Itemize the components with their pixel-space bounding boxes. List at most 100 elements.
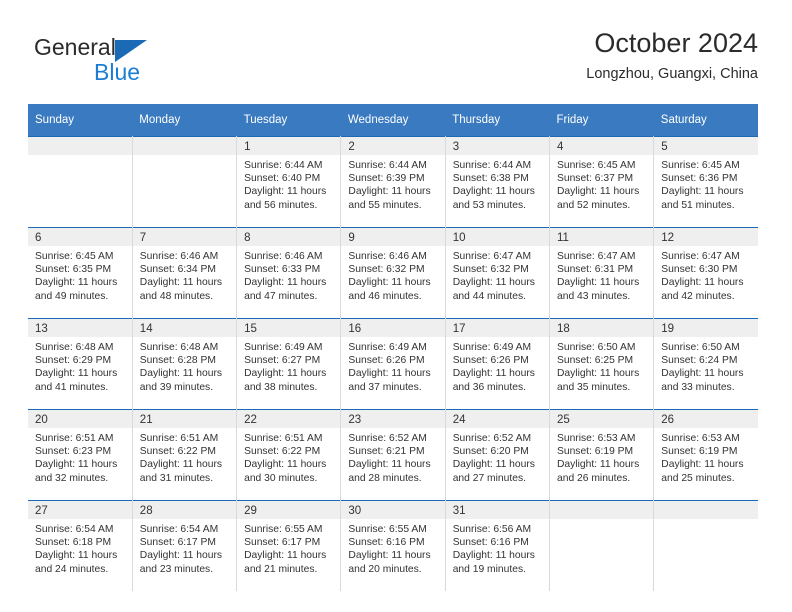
day-number: 8 — [237, 228, 341, 246]
sunset-text: Sunset: 6:32 PM — [348, 264, 425, 276]
sunrise-text: Sunrise: 6:52 AM — [348, 433, 427, 444]
daylight-text-line1: Daylight: 11 hours — [139, 277, 223, 289]
daylight-text-line2: and 48 minutes. — [139, 290, 214, 302]
day-details: Sunrise: 6:49 AM Sunset: 6:27 PM Daylight:… — [237, 337, 340, 394]
sunrise-text: Sunrise: 6:54 AM — [35, 524, 114, 535]
daylight-text-line1: Daylight: 11 hours — [661, 277, 744, 289]
sunset-text: Sunset: 6:18 PM — [35, 537, 112, 549]
day-number: 15 — [237, 319, 341, 337]
sunset-text: Sunset: 6:27 PM — [244, 355, 321, 367]
daylight-text-line2: and 20 minutes. — [348, 563, 422, 575]
day-number: 31 — [445, 501, 549, 519]
calendar-day-cell[interactable]: 1 Sunrise: 6:44 AM Sunset: 6:40 PM Daylight… — [236, 136, 342, 228]
calendar-day-cell[interactable]: 19 Sunrise: 6:50 AM Sunset: 6:24 PM Dayligh… — [653, 318, 758, 410]
calendar-day-cell[interactable]: 16 Sunrise: 6:49 AM Sunset: 6:26 PM Dayligh… — [340, 318, 446, 410]
calendar-day-cell[interactable]: 5 Sunrise: 6:45 AM Sunset: 6:36 PM Daylight… — [653, 136, 758, 228]
sunset-text: Sunset: 6:40 PM — [244, 173, 321, 185]
calendar-week-row: 20 Sunrise: 6:51 AM Sunset: 6:23 PM Dayligh… — [28, 409, 758, 501]
day-details: Sunrise: 6:44 AM Sunset: 6:39 PM Daylight:… — [341, 155, 444, 212]
daylight-text-line2: and 27 minutes. — [452, 472, 526, 484]
calendar-cell-empty — [653, 500, 758, 591]
day-details: Sunrise: 6:49 AM Sunset: 6:26 PM Daylight:… — [446, 337, 549, 394]
calendar-day-cell[interactable]: 11 Sunrise: 6:47 AM Sunset: 6:31 PM Dayligh… — [549, 227, 655, 319]
calendar-day-cell[interactable]: 15 Sunrise: 6:49 AM Sunset: 6:27 PM Dayligh… — [236, 318, 342, 410]
calendar-day-cell[interactable]: 20 Sunrise: 6:51 AM Sunset: 6:23 PM Dayligh… — [28, 409, 133, 501]
calendar-table: Sunday Monday Tuesday Wednesday Thursday… — [28, 104, 758, 591]
daylight-text-line2: and 42 minutes. — [661, 290, 735, 302]
calendar-day-cell[interactable]: 26 Sunrise: 6:53 AM Sunset: 6:19 PM Dayligh… — [653, 409, 758, 501]
calendar-day-cell[interactable]: 9 Sunrise: 6:46 AM Sunset: 6:32 PM Daylight… — [340, 227, 446, 319]
calendar-day-cell[interactable]: 30 Sunrise: 6:55 AM Sunset: 6:16 PM Dayligh… — [340, 500, 446, 591]
calendar-cell-empty — [28, 136, 133, 228]
calendar-day-cell[interactable]: 25 Sunrise: 6:53 AM Sunset: 6:19 PM Dayligh… — [549, 409, 655, 501]
day-number — [654, 501, 758, 519]
sunset-text: Sunset: 6:33 PM — [244, 264, 321, 276]
day-number: 26 — [654, 410, 758, 428]
sunrise-text: Sunrise: 6:51 AM — [35, 433, 114, 444]
day-number: 16 — [341, 319, 445, 337]
sunrise-text: Sunrise: 6:45 AM — [661, 160, 740, 171]
daylight-text-line1: Daylight: 11 hours — [452, 277, 535, 289]
daylight-text-line2: and 38 minutes. — [244, 381, 318, 393]
calendar-day-cell[interactable]: 4 Sunrise: 6:45 AM Sunset: 6:37 PM Daylight… — [549, 136, 655, 228]
calendar-day-cell[interactable]: 22 Sunrise: 6:51 AM Sunset: 6:22 PM Dayligh… — [236, 409, 342, 501]
sunrise-text: Sunrise: 6:54 AM — [139, 524, 219, 535]
day-number: 5 — [654, 137, 758, 155]
calendar-day-cell[interactable]: 21 Sunrise: 6:51 AM Sunset: 6:22 PM Dayligh… — [132, 409, 238, 501]
calendar-day-cell[interactable]: 8 Sunrise: 6:46 AM Sunset: 6:33 PM Daylight… — [236, 227, 342, 319]
day-number: 12 — [654, 228, 758, 246]
calendar-day-cell[interactable]: 29 Sunrise: 6:55 AM Sunset: 6:17 PM Dayligh… — [236, 500, 342, 591]
calendar-day-cell[interactable]: 17 Sunrise: 6:49 AM Sunset: 6:26 PM Dayligh… — [445, 318, 550, 410]
sunrise-text: Sunrise: 6:45 AM — [35, 251, 114, 262]
sunset-text: Sunset: 6:16 PM — [452, 537, 529, 549]
daylight-text-line2: and 19 minutes. — [452, 563, 526, 575]
day-details: Sunrise: 6:48 AM Sunset: 6:29 PM Daylight:… — [28, 337, 132, 394]
day-number: 14 — [132, 319, 237, 337]
sunrise-text: Sunrise: 6:49 AM — [348, 342, 427, 353]
sunset-text: Sunset: 6:25 PM — [556, 355, 634, 367]
day-details: Sunrise: 6:44 AM Sunset: 6:38 PM Daylight:… — [446, 155, 549, 212]
weekday-header-tuesday: Tuesday — [236, 104, 341, 137]
daylight-text-line1: Daylight: 11 hours — [452, 368, 535, 380]
calendar-day-cell[interactable]: 14 Sunrise: 6:48 AM Sunset: 6:28 PM Dayligh… — [132, 318, 238, 410]
calendar-day-cell[interactable]: 6 Sunrise: 6:45 AM Sunset: 6:35 PM Daylight… — [28, 227, 133, 319]
daylight-text-line2: and 30 minutes. — [244, 472, 318, 484]
day-details: Sunrise: 6:54 AM Sunset: 6:18 PM Daylight:… — [28, 519, 132, 576]
sunset-text: Sunset: 6:24 PM — [661, 355, 738, 367]
sunrise-text: Sunrise: 6:53 AM — [661, 433, 740, 444]
daylight-text-line2: and 52 minutes. — [556, 199, 631, 211]
calendar-day-cell[interactable]: 13 Sunrise: 6:48 AM Sunset: 6:29 PM Dayligh… — [28, 318, 133, 410]
sunset-text: Sunset: 6:21 PM — [348, 446, 425, 458]
calendar-day-cell[interactable]: 28 Sunrise: 6:54 AM Sunset: 6:17 PM Dayligh… — [132, 500, 238, 591]
calendar-day-cell[interactable]: 2 Sunrise: 6:44 AM Sunset: 6:39 PM Daylight… — [340, 136, 446, 228]
sunset-text: Sunset: 6:39 PM — [348, 173, 425, 185]
day-details: Sunrise: 6:51 AM Sunset: 6:23 PM Daylight:… — [28, 428, 132, 485]
calendar-day-cell[interactable]: 12 Sunrise: 6:47 AM Sunset: 6:30 PM Dayligh… — [653, 227, 758, 319]
sunrise-text: Sunrise: 6:47 AM — [661, 251, 740, 262]
day-details: Sunrise: 6:49 AM Sunset: 6:26 PM Daylight:… — [341, 337, 444, 394]
brand-logo[interactable]: General Blue — [34, 34, 214, 90]
day-details: Sunrise: 6:47 AM Sunset: 6:31 PM Daylight:… — [550, 246, 653, 303]
calendar-day-cell[interactable]: 24 Sunrise: 6:52 AM Sunset: 6:20 PM Dayligh… — [445, 409, 550, 501]
calendar-day-cell[interactable]: 27 Sunrise: 6:54 AM Sunset: 6:18 PM Dayligh… — [28, 500, 133, 591]
sunrise-text: Sunrise: 6:46 AM — [244, 251, 323, 262]
calendar-cell-empty — [549, 500, 655, 591]
daylight-text-line2: and 43 minutes. — [556, 290, 631, 302]
calendar-day-cell[interactable]: 7 Sunrise: 6:46 AM Sunset: 6:34 PM Daylight… — [132, 227, 238, 319]
day-number: 3 — [445, 137, 549, 155]
calendar-day-cell[interactable]: 3 Sunrise: 6:44 AM Sunset: 6:38 PM Daylight… — [445, 136, 550, 228]
sunset-text: Sunset: 6:17 PM — [244, 537, 321, 549]
calendar-day-cell[interactable]: 31 Sunrise: 6:56 AM Sunset: 6:16 PM Dayligh… — [445, 500, 550, 591]
sunset-text: Sunset: 6:23 PM — [35, 446, 112, 458]
day-details: Sunrise: 6:56 AM Sunset: 6:16 PM Daylight:… — [446, 519, 549, 576]
calendar-day-cell[interactable]: 18 Sunrise: 6:50 AM Sunset: 6:25 PM Dayligh… — [549, 318, 655, 410]
sunset-text: Sunset: 6:30 PM — [661, 264, 738, 276]
day-details: Sunrise: 6:46 AM Sunset: 6:34 PM Daylight:… — [133, 246, 236, 303]
sunrise-text: Sunrise: 6:53 AM — [556, 433, 636, 444]
day-details: Sunrise: 6:46 AM Sunset: 6:32 PM Daylight:… — [341, 246, 444, 303]
day-details: Sunrise: 6:54 AM Sunset: 6:17 PM Daylight:… — [133, 519, 236, 576]
calendar-day-cell[interactable]: 10 Sunrise: 6:47 AM Sunset: 6:32 PM Dayligh… — [445, 227, 550, 319]
calendar-day-cell[interactable]: 23 Sunrise: 6:52 AM Sunset: 6:21 PM Dayligh… — [340, 409, 446, 501]
daylight-text-line2: and 31 minutes. — [139, 472, 214, 484]
sunrise-text: Sunrise: 6:44 AM — [348, 160, 427, 171]
